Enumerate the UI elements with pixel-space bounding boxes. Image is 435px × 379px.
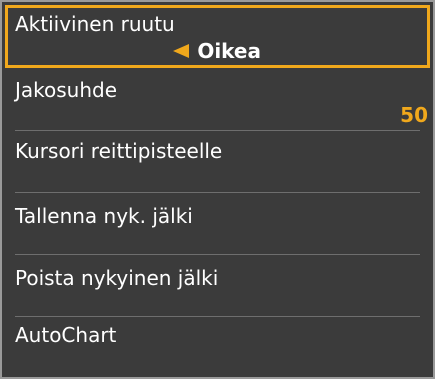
menu-item-active-pane[interactable]: Aktiivinen ruutu Oikea bbox=[5, 5, 430, 68]
split-ratio-value: 50 bbox=[400, 103, 428, 127]
active-pane-value: Oikea bbox=[197, 39, 261, 63]
active-pane-selector[interactable]: Oikea bbox=[173, 39, 261, 63]
menu-item-delete-track[interactable]: Poista nykyinen jälki bbox=[5, 255, 430, 317]
menu-item-label: Poista nykyinen jälki bbox=[15, 266, 219, 290]
menu-item-autochart[interactable]: AutoChart bbox=[5, 317, 430, 375]
settings-menu: Aktiivinen ruutu Oikea Jakosuhde 50 Kurs… bbox=[5, 5, 430, 375]
menu-item-save-track[interactable]: Tallenna nyk. jälki bbox=[5, 193, 430, 255]
menu-item-split-ratio[interactable]: Jakosuhde 50 bbox=[5, 68, 430, 131]
menu-item-label: Tallenna nyk. jälki bbox=[15, 204, 193, 228]
menu-item-cursor-to-waypoint[interactable]: Kursori reittipisteelle bbox=[5, 131, 430, 193]
menu-item-label: Jakosuhde bbox=[15, 78, 118, 102]
menu-item-label: AutoChart bbox=[15, 323, 117, 347]
left-arrow-icon[interactable] bbox=[173, 44, 190, 58]
menu-item-label: Kursori reittipisteelle bbox=[15, 139, 223, 163]
menu-item-label: Aktiivinen ruutu bbox=[15, 12, 175, 36]
menu-window: Aktiivinen ruutu Oikea Jakosuhde 50 Kurs… bbox=[0, 0, 435, 379]
